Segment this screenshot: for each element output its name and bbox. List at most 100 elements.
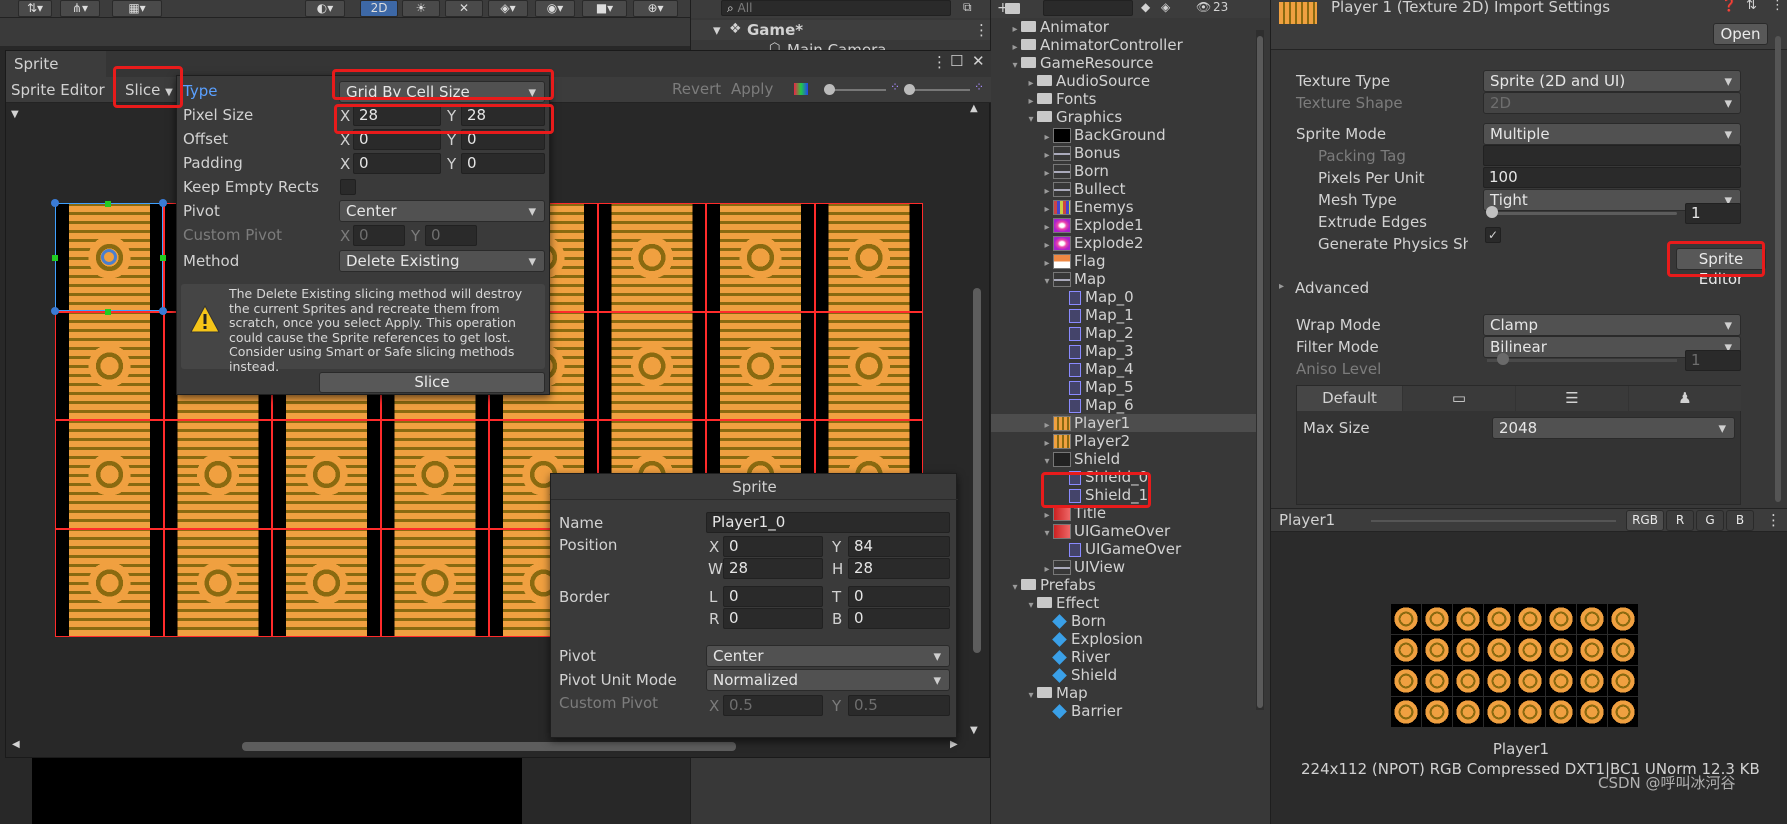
expanded-arrow-icon[interactable]: ▾ xyxy=(1009,582,1021,593)
project-item[interactable]: Shield_0 xyxy=(991,468,1261,486)
expanded-arrow-icon[interactable]: ▾ xyxy=(1041,528,1053,539)
sprite-editor-button[interactable]: Sprite Editor xyxy=(1676,248,1766,288)
mip-slider-thumb[interactable] xyxy=(904,84,915,95)
effects-button[interactable]: ◈▾ xyxy=(488,0,528,17)
kebab-icon[interactable]: ⋮ xyxy=(932,53,947,71)
project-item[interactable]: Barrier xyxy=(991,702,1261,720)
edge-handle[interactable] xyxy=(52,255,58,261)
project-item[interactable]: ▸ AnimatorController xyxy=(991,36,1261,54)
shading-button[interactable]: ◐▾ xyxy=(305,0,345,17)
preset-icon[interactable]: ⇅ xyxy=(1746,0,1757,13)
sprite-cell[interactable] xyxy=(706,311,815,420)
sprite-cell[interactable] xyxy=(706,203,815,312)
resize-handle[interactable] xyxy=(51,199,59,207)
project-item[interactable]: ▾ Effect xyxy=(991,594,1261,612)
project-item[interactable]: ▾ Prefabs xyxy=(991,576,1261,594)
hidden-packages-icon[interactable]: 👁 xyxy=(1196,0,1211,14)
gizmo-snap-button[interactable]: ⋔▾ xyxy=(60,0,100,17)
collapsed-arrow-icon[interactable]: ▸ xyxy=(1009,42,1021,53)
project-item[interactable]: Born xyxy=(991,612,1261,630)
sprite-cell[interactable] xyxy=(272,420,381,529)
project-search-input[interactable] xyxy=(1043,0,1133,16)
advanced-expand-icon[interactable]: ▸ xyxy=(1279,281,1284,292)
project-item[interactable]: Map_3 xyxy=(991,342,1261,360)
label-filter-icon[interactable]: ◈ xyxy=(1161,0,1170,14)
project-item[interactable]: ▸ Bullect xyxy=(991,180,1261,198)
scene-row[interactable]: ▾ ❖ Game* ⋮ xyxy=(691,20,991,40)
scroll-left-icon[interactable]: ◀ xyxy=(12,739,20,750)
project-item[interactable]: ▾ Graphics xyxy=(991,108,1261,126)
project-item[interactable]: Map_4 xyxy=(991,360,1261,378)
sprite-mode-dropdown[interactable]: Multiple xyxy=(1483,123,1741,145)
channel-b-button[interactable]: B xyxy=(1726,510,1754,531)
kebab-icon[interactable]: ⋮ xyxy=(1771,0,1784,13)
camera-button[interactable]: ■▾ xyxy=(582,0,627,17)
expanded-arrow-icon[interactable]: ▾ xyxy=(1025,600,1037,611)
offset-x-field[interactable]: 0 xyxy=(353,129,441,150)
collapsed-arrow-icon[interactable]: ▸ xyxy=(1041,438,1053,449)
extrude-slider-track[interactable] xyxy=(1487,212,1677,215)
revert-button[interactable]: Revert xyxy=(672,80,721,98)
advanced-foldout[interactable]: Advanced xyxy=(1295,279,1369,297)
project-item[interactable]: Map_1 xyxy=(991,306,1261,324)
expanded-arrow-icon[interactable]: ▾ xyxy=(1041,456,1053,467)
preview-splitter[interactable] xyxy=(1371,520,1616,522)
sprite-cell[interactable] xyxy=(814,203,923,312)
sprite-cell[interactable] xyxy=(55,420,164,529)
offset-y-field[interactable]: 0 xyxy=(461,129,545,150)
collapsed-arrow-icon[interactable]: ▸ xyxy=(1041,258,1053,269)
expanded-arrow-icon[interactable]: ▾ xyxy=(1009,60,1021,71)
pixel-size-y-field[interactable]: 28 xyxy=(461,105,545,126)
collapsed-arrow-icon[interactable]: ▸ xyxy=(1041,240,1053,251)
2d-toggle-button[interactable]: 2D xyxy=(360,0,398,17)
project-item[interactable]: ▾ Map xyxy=(991,270,1261,288)
project-item[interactable]: Map_6 xyxy=(991,396,1261,414)
sprite-cell[interactable] xyxy=(597,203,706,312)
horizontal-scrollbar[interactable]: ◀ ▶ xyxy=(12,739,962,753)
transform-tool-button[interactable]: ⇅▾ xyxy=(18,0,52,17)
pivot-handle[interactable] xyxy=(101,249,117,265)
lighting-button[interactable]: ☀ xyxy=(402,0,440,17)
position-x-field[interactable]: 0 xyxy=(723,536,823,557)
edge-handle[interactable] xyxy=(160,255,166,261)
project-item[interactable]: ▸ Bonus xyxy=(991,144,1261,162)
resize-handle[interactable] xyxy=(159,199,167,207)
sprite-cell[interactable] xyxy=(55,528,164,637)
horizontal-scroll-thumb[interactable] xyxy=(242,742,736,751)
pixel-size-x-field[interactable]: 28 xyxy=(353,105,441,126)
filter-icon[interactable]: ⧉ xyxy=(963,0,972,15)
edge-handle[interactable] xyxy=(105,309,111,315)
position-h-field[interactable]: 28 xyxy=(848,558,950,579)
sprite-editor-tab[interactable]: Sprite Editor xyxy=(6,51,106,99)
slice-menu-button[interactable]: Slice ▼ xyxy=(121,79,176,101)
texture-type-dropdown[interactable]: Sprite (2D and UI) xyxy=(1483,70,1741,92)
channel-rgb-button[interactable]: RGB xyxy=(1626,510,1664,531)
sprite-cell[interactable] xyxy=(163,528,272,637)
ppu-field[interactable]: 100 xyxy=(1483,167,1741,188)
sprite-cell[interactable] xyxy=(814,311,923,420)
project-item[interactable]: UIGameOver xyxy=(991,540,1261,558)
border-b-field[interactable]: 0 xyxy=(848,608,950,629)
type-dropdown[interactable]: Grid By Cell Size xyxy=(339,81,545,103)
project-item[interactable]: Map_0 xyxy=(991,288,1261,306)
tab-default[interactable]: Default xyxy=(1297,386,1402,411)
project-item[interactable]: River xyxy=(991,648,1261,666)
project-item[interactable]: ▸ Animator xyxy=(991,18,1261,36)
sprite-name-field[interactable]: Player1_0 xyxy=(706,512,950,533)
inspector-scrollbar[interactable] xyxy=(1775,36,1781,502)
sprite-pivot-dropdown[interactable]: Center xyxy=(706,645,950,667)
close-icon[interactable]: ✕ xyxy=(972,52,985,70)
audio-button[interactable]: ✕ xyxy=(445,0,483,17)
kebab-icon[interactable]: ⋮ xyxy=(1766,511,1781,529)
scroll-right-icon[interactable]: ▶ xyxy=(950,739,958,750)
extrude-slider-thumb[interactable] xyxy=(1486,206,1498,218)
vertical-scroll-thumb[interactable] xyxy=(973,288,981,653)
position-w-field[interactable]: 28 xyxy=(723,558,823,579)
pivot-unit-dropdown[interactable]: Normalized xyxy=(706,669,950,691)
gizmos-button[interactable]: ⊕▾ xyxy=(633,0,678,17)
collapsed-arrow-icon[interactable]: ▸ xyxy=(1041,510,1053,521)
kebab-icon[interactable]: ⋮ xyxy=(974,20,989,40)
mode-dropdown[interactable]: Sprite Editor ▼ xyxy=(9,79,112,120)
collapsed-arrow-icon[interactable]: ▸ xyxy=(1025,96,1037,107)
project-scrollbar-thumb[interactable] xyxy=(1257,36,1263,708)
